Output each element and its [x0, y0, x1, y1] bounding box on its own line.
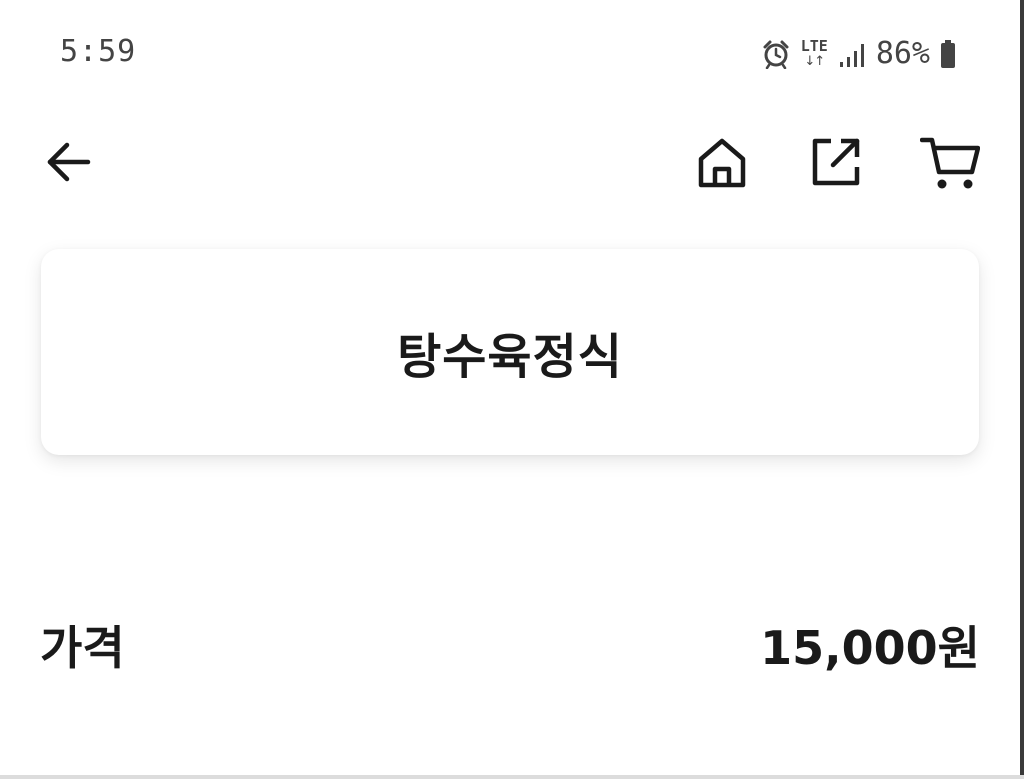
share-button[interactable] — [804, 132, 868, 196]
product-title: 탕수육정식 — [397, 329, 623, 385]
home-icon — [695, 135, 749, 193]
back-button[interactable] — [36, 132, 100, 196]
home-button[interactable] — [690, 132, 754, 196]
lte-arrows: ↓↑ — [804, 54, 825, 69]
share-icon — [809, 135, 863, 193]
signal-icon — [838, 40, 866, 68]
price-value: 15,000원 — [760, 621, 980, 675]
product-title-card: 탕수육정식 — [41, 249, 979, 455]
status-time: 5:59 — [60, 34, 137, 69]
cart-icon — [919, 132, 981, 196]
app-bar — [0, 130, 1020, 200]
status-bar: 5:59 LTE ↓↑ 86% — [0, 0, 1020, 104]
screen-edge — [1020, 0, 1024, 779]
lte-label: LTE — [800, 37, 828, 55]
app-screen: 5:59 LTE ↓↑ 86% 탕수육정식 가격 15,000원 — [0, 0, 1024, 779]
battery-percent: 86% — [875, 36, 930, 71]
alarm-icon — [761, 39, 791, 69]
price-row: 가격 15,000원 — [40, 610, 980, 680]
price-label: 가격 — [40, 621, 125, 675]
cart-button[interactable] — [918, 132, 982, 196]
bottom-divider — [0, 775, 1024, 779]
lte-icon: LTE ↓↑ — [800, 37, 828, 69]
back-arrow-icon — [42, 136, 94, 192]
status-icons: LTE ↓↑ 86% — [761, 36, 956, 71]
battery-icon — [940, 39, 956, 69]
